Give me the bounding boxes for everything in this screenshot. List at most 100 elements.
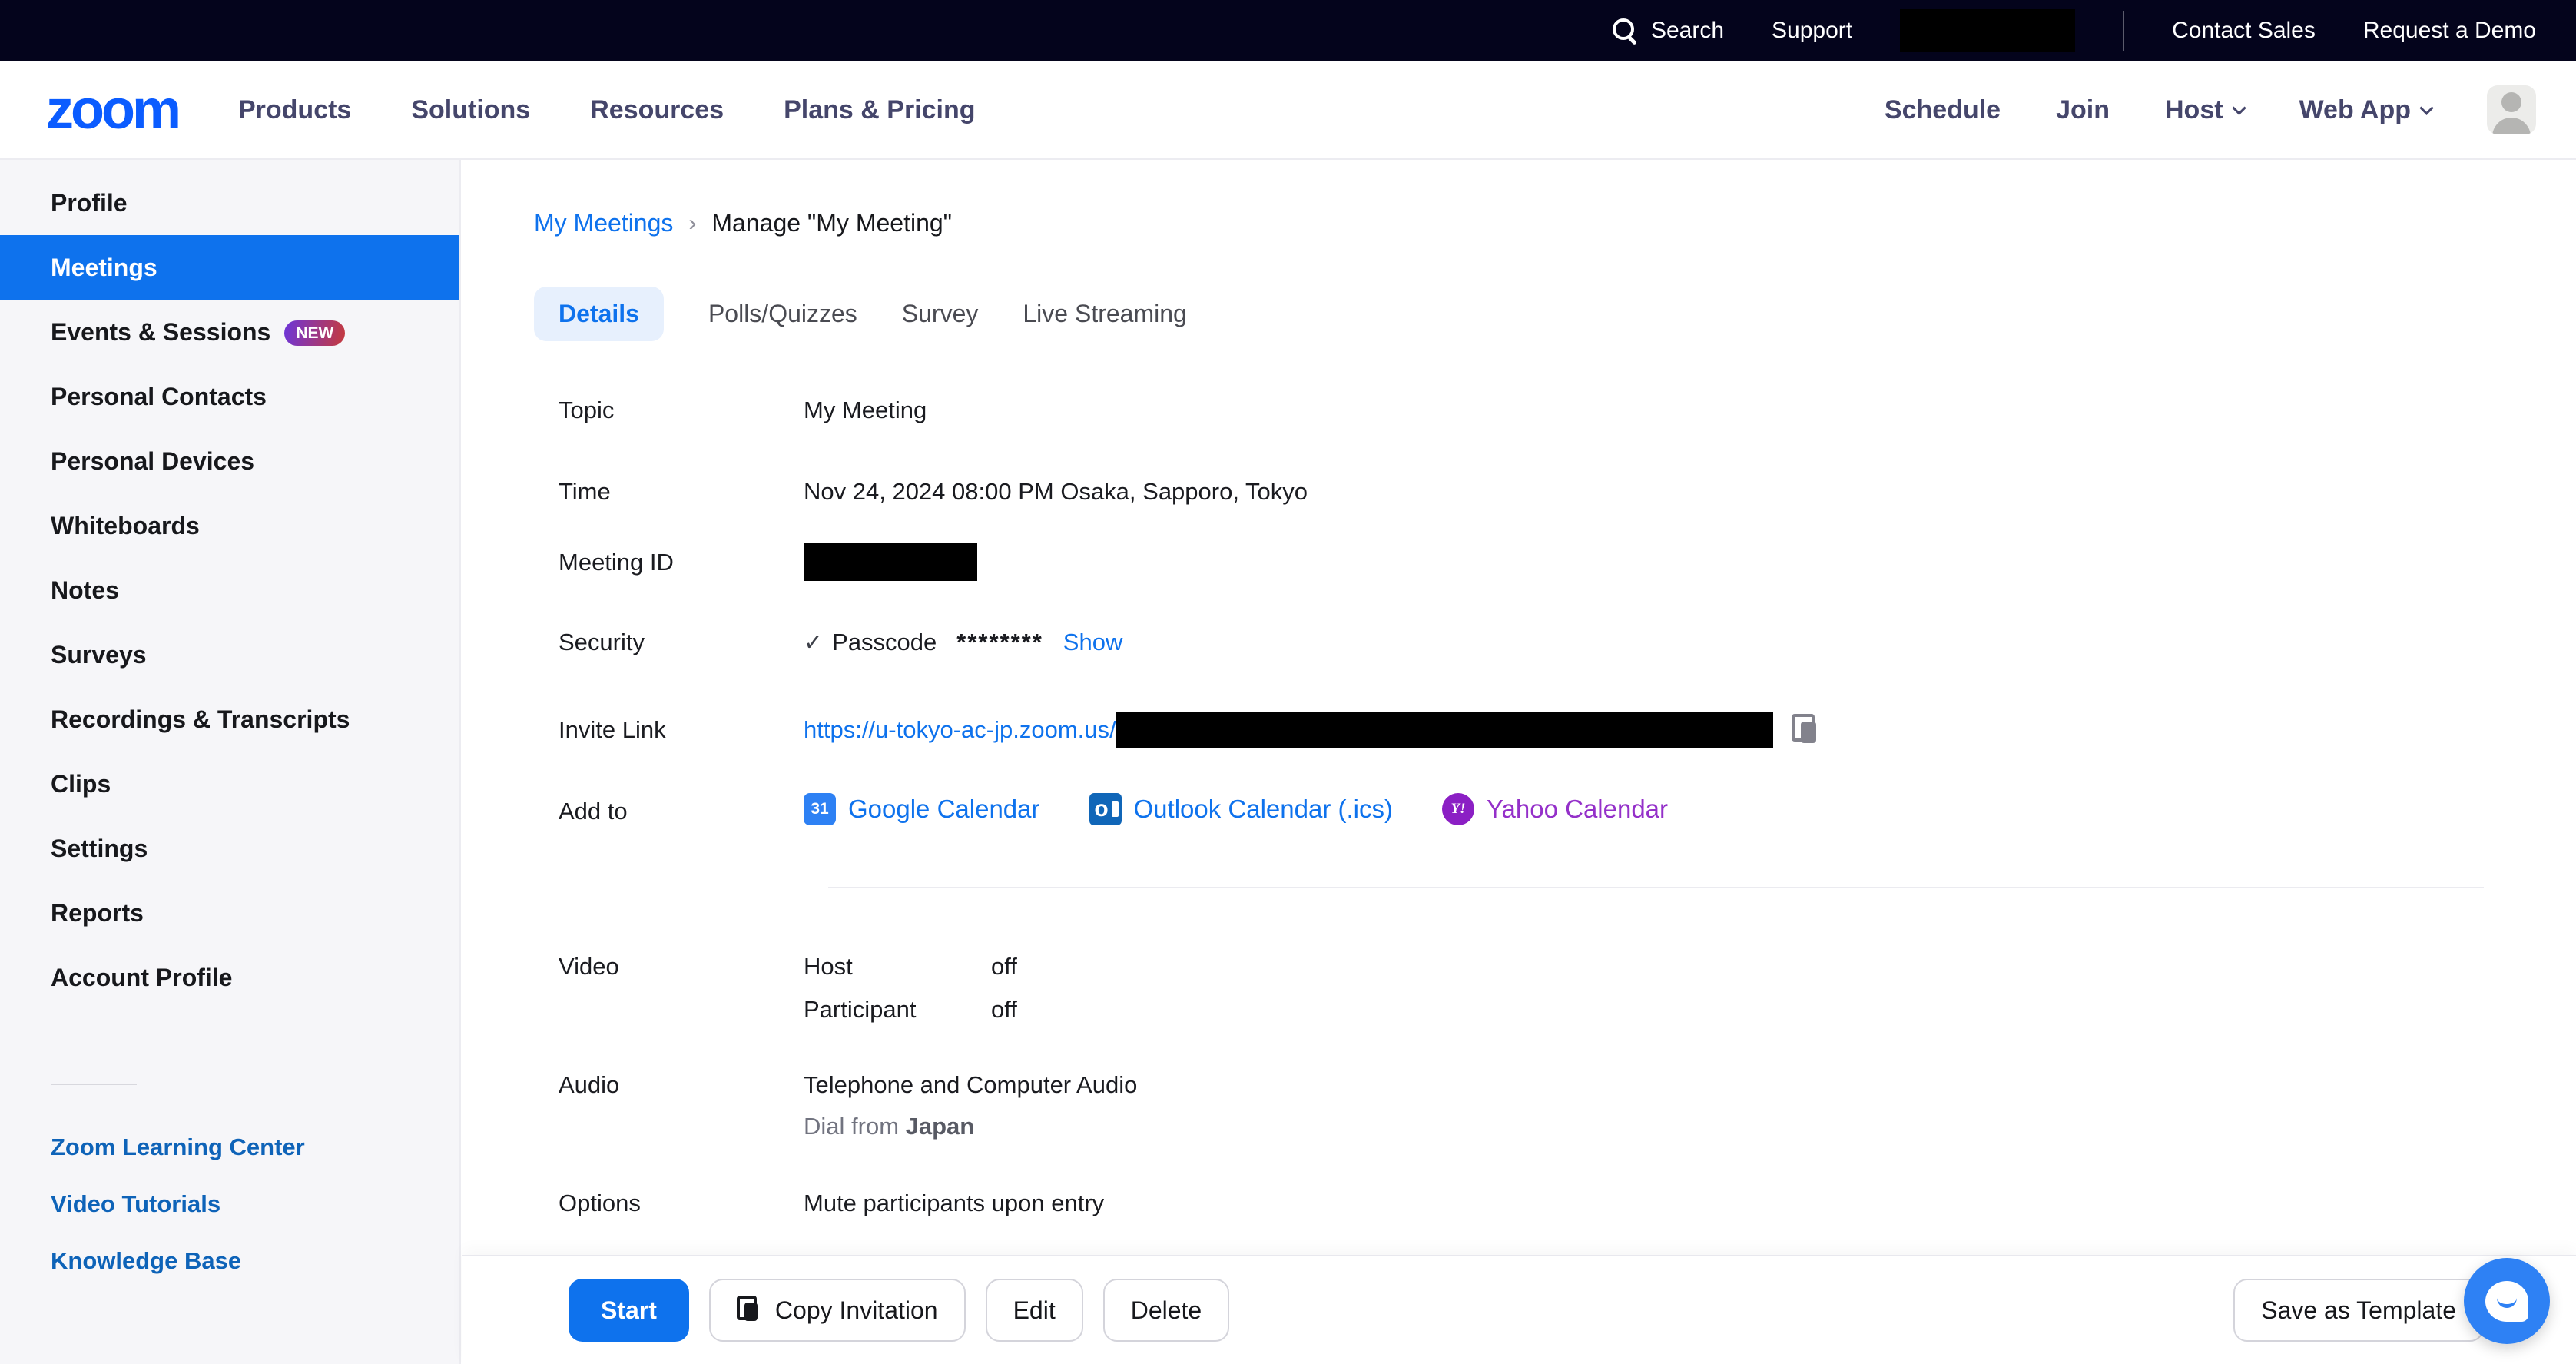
passcode-label: Passcode (832, 629, 937, 656)
start-button[interactable]: Start (569, 1279, 689, 1342)
security-row: Security ✓ Passcode ******** Show (559, 629, 2576, 656)
nav-item-schedule[interactable]: Schedule (1885, 95, 2001, 125)
chevron-down-icon (2419, 101, 2433, 114)
copy-icon[interactable] (1790, 712, 1822, 748)
nav-right-group: Schedule Join Host Web App (1885, 85, 2536, 134)
yahoo-calendar-link[interactable]: Y! Yahoo Calendar (1442, 793, 1668, 825)
nav-item-web-app[interactable]: Web App (2299, 95, 2432, 125)
show-passcode-link[interactable]: Show (1063, 629, 1123, 656)
new-badge: NEW (284, 320, 345, 346)
yahoo-calendar-icon: Y! (1442, 793, 1474, 825)
zoom-logo[interactable]: zoom (46, 82, 178, 138)
copy-icon (737, 1296, 763, 1325)
top-utility-bar: Search Support Contact Sales Request a D… (0, 0, 2576, 61)
delete-button[interactable]: Delete (1103, 1279, 1230, 1342)
main-navbar: zoom Products Solutions Resources Plans … (0, 61, 2576, 160)
tab-live-streaming[interactable]: Live Streaming (1023, 287, 1186, 341)
avatar[interactable] (2487, 85, 2536, 134)
topbar-divider (2123, 11, 2124, 51)
sidebar-item-reports[interactable]: Reports (0, 881, 459, 945)
checkmark-icon: ✓ (804, 629, 823, 656)
breadcrumb-separator: › (688, 211, 696, 237)
sidebar-item-meetings[interactable]: Meetings (0, 235, 459, 300)
passcode-masked: ******** (956, 629, 1043, 656)
tab-polls-quizzes[interactable]: Polls/Quizzes (708, 287, 857, 341)
support-link[interactable]: Support (1772, 18, 1852, 44)
time-label: Time (559, 478, 804, 506)
topic-value: My Meeting (804, 397, 927, 424)
copy-invitation-button[interactable]: Copy Invitation (709, 1279, 966, 1342)
request-demo-link[interactable]: Request a Demo (2363, 18, 2536, 44)
tab-bar: Details Polls/Quizzes Survey Live Stream… (534, 287, 2576, 341)
page-layout: Profile Meetings Events & SessionsNEW Pe… (0, 160, 2576, 1364)
chat-smile-icon (2497, 1298, 2517, 1308)
nav-item-products[interactable]: Products (238, 95, 351, 125)
nav-item-join[interactable]: Join (2056, 95, 2110, 125)
audio-row: Audio Telephone and Computer Audio Dial … (559, 1071, 2576, 1140)
video-host-row: Host off (804, 953, 1017, 981)
invite-url-link[interactable]: https://u-tokyo-ac-jp.zoom.us/ (804, 716, 1116, 744)
tab-survey[interactable]: Survey (902, 287, 979, 341)
add-to-row: Add to 31 Google Calendar o Outlook Cale… (559, 798, 2576, 825)
topic-label: Topic (559, 397, 804, 424)
contact-sales-link[interactable]: Contact Sales (2172, 18, 2316, 44)
audio-type: Telephone and Computer Audio (804, 1071, 1137, 1099)
topic-row: Topic My Meeting (559, 397, 2576, 424)
save-as-template-button[interactable]: Save as Template (2233, 1279, 2484, 1342)
section-divider (828, 887, 2484, 888)
breadcrumb-current: Manage "My Meeting" (711, 209, 952, 237)
sidebar-item-profile[interactable]: Profile (0, 171, 459, 235)
nav-item-resources[interactable]: Resources (590, 95, 724, 125)
main-content: My Meetings › Manage "My Meeting" Detail… (461, 160, 2576, 1364)
video-label: Video (559, 953, 804, 1024)
meeting-id-row: Meeting ID (559, 549, 2576, 581)
security-label: Security (559, 629, 804, 656)
invite-link-row: Invite Link https://u-tokyo-ac-jp.zoom.u… (559, 716, 2576, 748)
chat-widget-button[interactable] (2464, 1258, 2550, 1344)
audio-label: Audio (559, 1071, 804, 1140)
breadcrumb-my-meetings-link[interactable]: My Meetings (534, 209, 673, 237)
sidebar-item-notes[interactable]: Notes (0, 558, 459, 622)
sidebar-link-zoom-learning-center[interactable]: Zoom Learning Center (0, 1119, 459, 1176)
outlook-calendar-link[interactable]: o Outlook Calendar (.ics) (1089, 793, 1393, 825)
google-calendar-icon: 31 (804, 793, 836, 825)
video-value: Host off Participant off (804, 953, 1017, 1024)
video-host-label: Host (804, 953, 991, 981)
time-row: Time Nov 24, 2024 08:00 PM Osaka, Sappor… (559, 478, 2576, 506)
video-host-value: off (991, 953, 1017, 981)
search-icon (1611, 17, 1639, 45)
dial-from-country: Japan (906, 1113, 975, 1140)
nav-item-plans-pricing[interactable]: Plans & Pricing (784, 95, 975, 125)
sidebar-item-recordings-transcripts[interactable]: Recordings & Transcripts (0, 687, 459, 752)
sidebar-item-personal-devices[interactable]: Personal Devices (0, 429, 459, 493)
sidebar-item-account-profile[interactable]: Account Profile (0, 945, 459, 1010)
sidebar-item-events-sessions[interactable]: Events & SessionsNEW (0, 300, 459, 364)
tab-details[interactable]: Details (534, 287, 664, 341)
sidebar-divider (51, 1084, 137, 1085)
chevron-down-icon (2232, 101, 2246, 114)
video-row: Video Host off Participant off (559, 953, 2576, 1024)
sidebar-item-personal-contacts[interactable]: Personal Contacts (0, 364, 459, 429)
options-row: Options Mute participants upon entry (559, 1190, 2576, 1217)
invite-link-value: https://u-tokyo-ac-jp.zoom.us/ (804, 712, 1822, 748)
sidebar-item-whiteboards[interactable]: Whiteboards (0, 493, 459, 558)
calendar-links: 31 Google Calendar o Outlook Calendar (.… (804, 793, 1668, 825)
chat-bubble-icon (2485, 1281, 2528, 1322)
google-calendar-link[interactable]: 31 Google Calendar (804, 793, 1040, 825)
nav-item-host[interactable]: Host (2165, 95, 2244, 125)
sidebar-item-clips[interactable]: Clips (0, 752, 459, 816)
redacted-meeting-id (804, 543, 977, 581)
nav-item-solutions[interactable]: Solutions (411, 95, 530, 125)
sidebar-link-video-tutorials[interactable]: Video Tutorials (0, 1176, 459, 1233)
search-button[interactable]: Search (1611, 17, 1724, 45)
options-label: Options (559, 1190, 804, 1217)
video-participant-row: Participant off (804, 996, 1017, 1024)
edit-button[interactable]: Edit (986, 1279, 1083, 1342)
audio-value: Telephone and Computer Audio Dial from J… (804, 1071, 1137, 1140)
sidebar-item-settings[interactable]: Settings (0, 816, 459, 881)
invite-link-label: Invite Link (559, 716, 804, 748)
sidebar: Profile Meetings Events & SessionsNEW Pe… (0, 160, 461, 1364)
sidebar-item-surveys[interactable]: Surveys (0, 622, 459, 687)
search-label: Search (1651, 18, 1724, 44)
sidebar-link-knowledge-base[interactable]: Knowledge Base (0, 1233, 459, 1289)
